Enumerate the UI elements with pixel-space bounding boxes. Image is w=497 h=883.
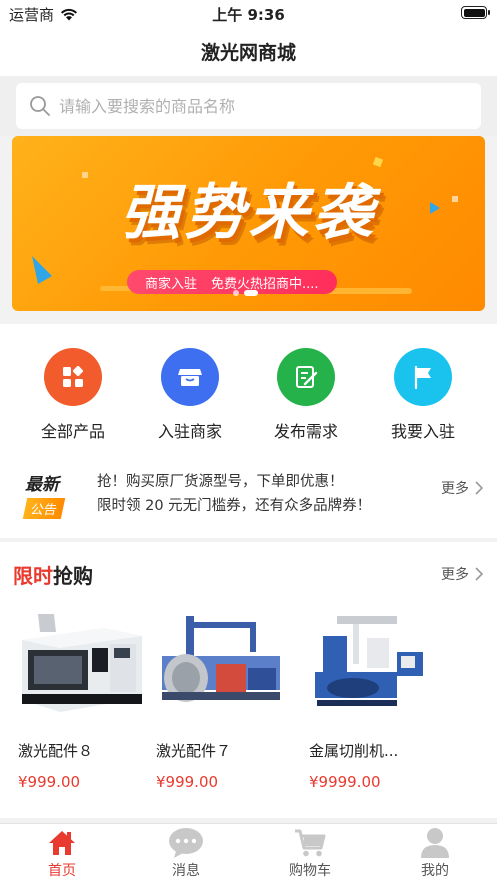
announcement-badge: 最新 公告 <box>22 470 77 519</box>
tab-label: 购物车 <box>289 863 331 879</box>
flash-sale-title-highlight: 限时 <box>13 564 53 588</box>
store-icon <box>161 348 219 406</box>
announcement-line: 抢！购买原厂货源型号，下单即优惠！ <box>97 474 344 490</box>
product-price: ¥999.00 <box>18 773 81 791</box>
product-name: 激光配件７ <box>156 742 232 760</box>
more-label: 更多 <box>441 481 469 497</box>
category-join[interactable]: 我要入驻 <box>361 348 485 442</box>
category-label: 发布需求 <box>273 422 338 441</box>
status-bar: 运营商 上午 9:36 <box>0 0 497 26</box>
product-image-welding-machine <box>156 608 284 718</box>
product-image-cnc-machine <box>22 614 142 712</box>
chevron-right-icon <box>475 481 483 495</box>
product-name: 金属切削机... <box>309 742 399 760</box>
announcement-more-link[interactable]: 更多 <box>441 478 483 498</box>
category-label: 我要入驻 <box>390 422 455 441</box>
product-card[interactable]: 激光配件７ ¥999.00 <box>156 608 286 791</box>
search-icon <box>30 96 50 116</box>
banner-pill: 商家入驻 免费火热招商中.... <box>127 270 337 294</box>
tab-messages[interactable]: 消息 <box>124 826 248 880</box>
product-card[interactable]: 金属切削机... ¥9999.00 <box>309 608 439 791</box>
edit-icon <box>277 348 335 406</box>
banner-dot-active[interactable] <box>244 290 258 296</box>
banner-title: 强势来袭 <box>120 178 377 248</box>
announcement-bar[interactable]: 最新 公告 抢！购买原厂货源型号，下单即优惠！ 限时领 20 元无门槛券，还有众… <box>0 454 497 538</box>
category-all-products[interactable]: 全部产品 <box>11 348 135 442</box>
tab-label: 消息 <box>172 863 200 879</box>
tab-label: 我的 <box>421 863 449 879</box>
search-input[interactable] <box>59 96 459 116</box>
chevron-right-icon <box>475 567 483 581</box>
flash-sale-more-link[interactable]: 更多 <box>441 564 483 584</box>
promo-banner[interactable]: 强势来袭 商家入驻 免费火热招商中.... <box>12 136 485 311</box>
product-name: 激光配件８ <box>18 742 94 760</box>
tab-cart[interactable]: 购物车 <box>248 826 372 880</box>
bottom-tab-bar: 首页 消息 购物车 我的 <box>0 823 497 883</box>
product-price: ¥999.00 <box>156 773 219 791</box>
cart-icon <box>248 826 372 860</box>
category-grid: 全部产品 入驻商家 发布需求 我要入驻 <box>0 324 497 454</box>
tab-home[interactable]: 首页 <box>0 826 124 880</box>
category-label: 入驻商家 <box>157 422 222 441</box>
product-card[interactable]: 激光配件８ ¥999.00 <box>18 608 148 791</box>
page-title: 激光网商城 <box>200 41 296 64</box>
more-label: 更多 <box>441 567 469 583</box>
tab-profile[interactable]: 我的 <box>373 826 497 880</box>
flash-sale-title-rest: 抢购 <box>53 564 93 588</box>
announcement-text: 抢！购买原厂货源型号，下单即优惠！ 限时领 20 元无门槛券，还有众多品牌券！ <box>97 470 371 518</box>
home-icon <box>0 826 124 860</box>
banner-pill-right: 免费火热招商中.... <box>211 276 319 292</box>
banner-dot[interactable] <box>233 290 239 296</box>
flag-icon <box>394 348 452 406</box>
category-label: 全部产品 <box>40 422 105 441</box>
battery-icon <box>461 6 490 19</box>
grid-icon <box>44 348 102 406</box>
product-image-lathe <box>309 608 437 718</box>
banner-pill-left: 商家入驻 <box>145 276 198 292</box>
nav-bar: 激光网商城 <box>0 26 497 76</box>
user-icon <box>373 826 497 860</box>
product-price: ¥9999.00 <box>309 773 381 791</box>
flash-sale-title: 限时抢购 <box>13 560 93 589</box>
flash-sale-section: 限时抢购 更多 激光配件８ ¥999.00 激光配件７ ¥999.00 金属切削… <box>0 542 497 818</box>
tab-label: 首页 <box>48 863 76 879</box>
banner-pagination[interactable] <box>233 290 258 296</box>
announcement-badge-top: 最新 <box>25 475 59 495</box>
search-section <box>0 76 497 136</box>
announcement-line: 限时领 20 元无门槛券，还有众多品牌券！ <box>97 498 372 514</box>
search-box[interactable] <box>16 83 481 129</box>
message-icon <box>124 826 248 860</box>
announcement-badge-bottom: 公告 <box>22 498 66 519</box>
category-merchants[interactable]: 入驻商家 <box>128 348 252 442</box>
category-post-demand[interactable]: 发布需求 <box>244 348 368 442</box>
status-time: 上午 9:36 <box>212 6 285 24</box>
